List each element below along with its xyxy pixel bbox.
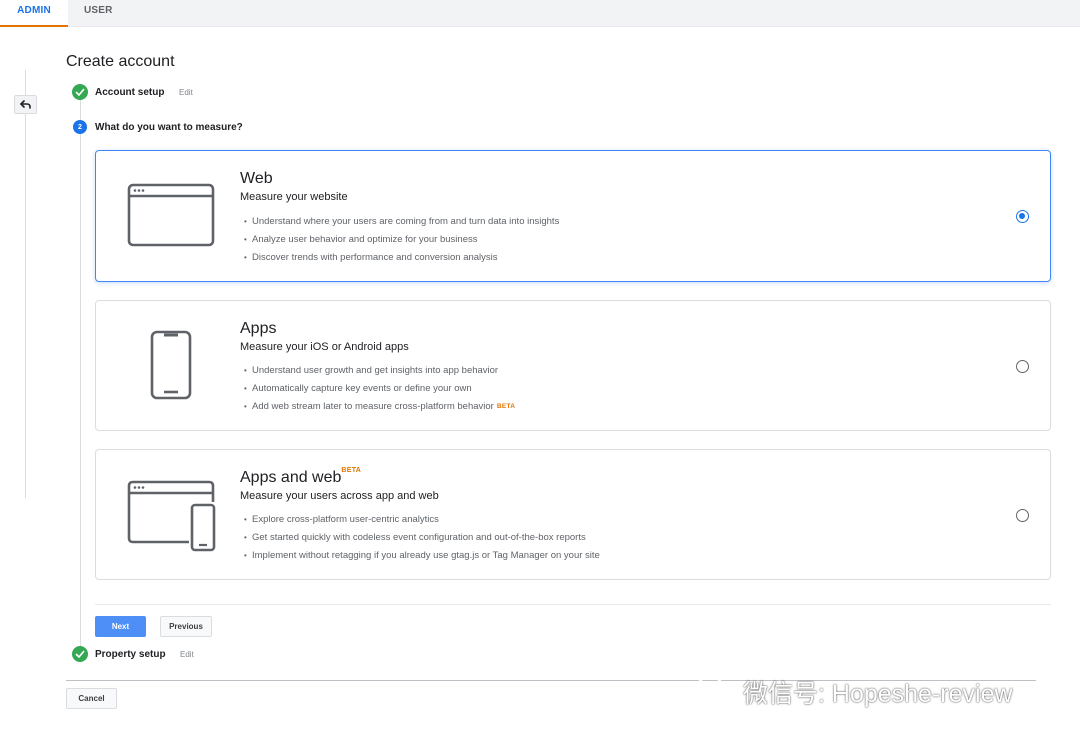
option-title: Apps and webBETA <box>240 469 361 487</box>
watermark-text: 微信号: Hopeshe-review <box>743 674 1013 710</box>
step-property-setup-edit-link[interactable]: Edit <box>180 650 194 659</box>
back-button[interactable] <box>14 95 37 114</box>
step-measure-label: What do you want to measure? <box>95 122 243 133</box>
option-bullet: Add web stream later to measure cross-pl… <box>244 398 515 416</box>
option-subtitle: Measure your website <box>240 191 348 203</box>
section-divider <box>95 604 1051 605</box>
beta-badge: BETA <box>341 467 361 474</box>
back-arrow-icon <box>20 100 31 109</box>
cancel-button[interactable]: Cancel <box>66 688 117 709</box>
next-button[interactable]: Next <box>95 616 146 637</box>
mobile-phone-icon <box>150 330 194 402</box>
left-rail-divider <box>25 70 26 498</box>
step-complete-check-icon <box>72 84 88 100</box>
option-bullet: Analyze user behavior and optimize for y… <box>244 231 559 249</box>
beta-badge: BETA <box>497 403 515 410</box>
step-account-setup-label: Account setup <box>95 87 164 98</box>
browser-and-phone-icon <box>127 480 219 554</box>
option-bullet: Automatically capture key events or defi… <box>244 380 515 398</box>
wechat-icon <box>695 675 735 709</box>
top-tab-bar: ADMIN USER <box>0 0 1080 27</box>
option-bullet: Implement without retagging if you alrea… <box>244 547 600 565</box>
option-bullet-list: Understand user growth and get insights … <box>244 362 515 416</box>
option-card-apps-and-web[interactable]: Apps and webBETA Measure your users acro… <box>95 449 1051 580</box>
option-radio-apps-and-web[interactable] <box>1016 509 1029 522</box>
step-number-badge: 2 <box>73 120 87 134</box>
option-radio-web[interactable] <box>1016 210 1029 223</box>
step-account-setup-edit-link[interactable]: Edit <box>179 88 193 97</box>
option-bullet-list: Explore cross-platform user-centric anal… <box>244 511 600 565</box>
step-property-setup-label: Property setup <box>95 649 166 660</box>
option-bullet: Discover trends with performance and con… <box>244 249 559 267</box>
option-subtitle: Measure your users across app and web <box>240 490 439 502</box>
tab-admin[interactable]: ADMIN <box>0 0 68 27</box>
page-title: Create account <box>66 53 175 71</box>
stepper-line <box>80 100 81 646</box>
step-complete-check-icon <box>72 646 88 662</box>
watermark: 微信号: Hopeshe-review <box>695 674 1013 710</box>
option-subtitle: Measure your iOS or Android apps <box>240 341 409 353</box>
option-bullet: Explore cross-platform user-centric anal… <box>244 511 600 529</box>
option-card-apps[interactable]: Apps Measure your iOS or Android apps Un… <box>95 300 1051 431</box>
option-bullet-text: Add web stream later to measure cross-pl… <box>252 401 494 412</box>
option-radio-apps[interactable] <box>1016 360 1029 373</box>
browser-window-icon <box>127 183 217 249</box>
option-title: Apps <box>240 320 276 338</box>
option-bullet: Understand user growth and get insights … <box>244 362 515 380</box>
option-card-web[interactable]: Web Measure your website Understand wher… <box>95 150 1051 282</box>
tab-user[interactable]: USER <box>84 0 113 27</box>
option-bullet: Get started quickly with codeless event … <box>244 529 600 547</box>
option-title-text: Apps and web <box>240 469 341 486</box>
option-title: Web <box>240 170 273 188</box>
option-bullet-list: Understand where your users are coming f… <box>244 213 559 267</box>
previous-button[interactable]: Previous <box>160 616 212 637</box>
option-bullet: Understand where your users are coming f… <box>244 213 559 231</box>
